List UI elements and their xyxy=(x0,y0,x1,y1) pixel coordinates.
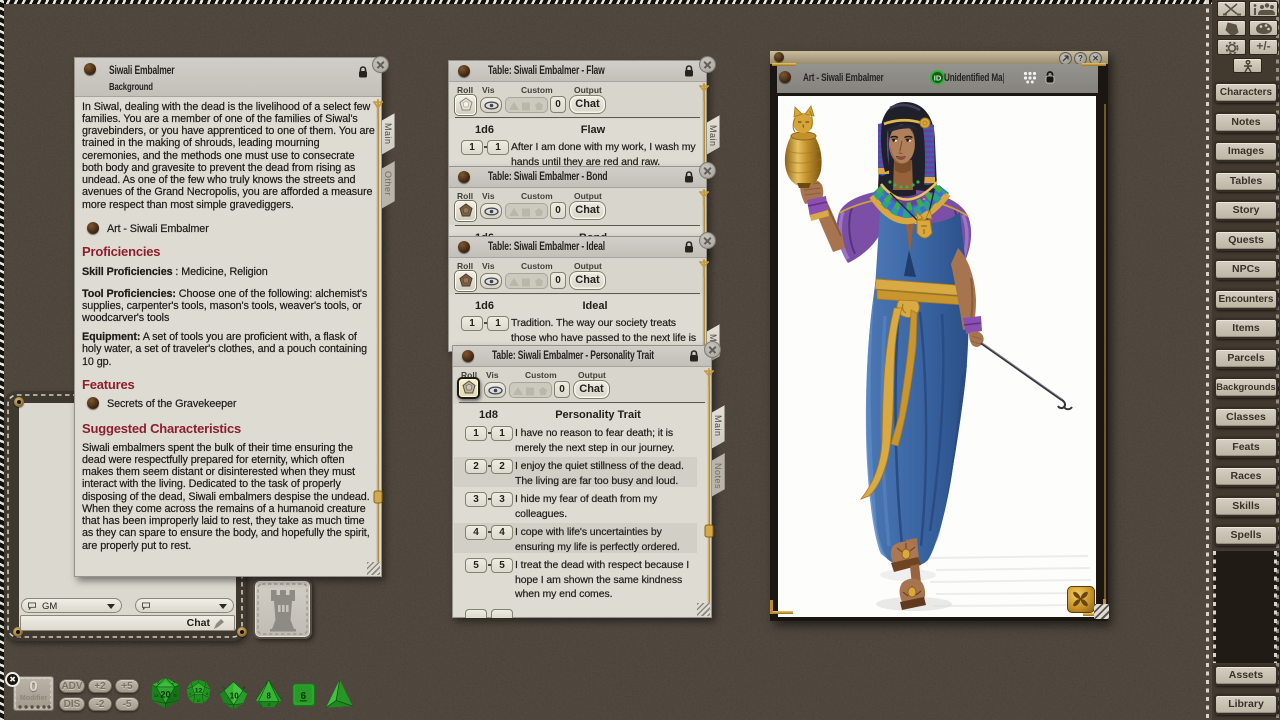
svg-text:10: 10 xyxy=(197,699,201,703)
svg-text:20: 20 xyxy=(160,690,170,700)
svg-text:4: 4 xyxy=(189,692,191,696)
svg-text:12: 12 xyxy=(195,688,203,695)
svg-text:14: 14 xyxy=(154,693,159,698)
svg-text:8: 8 xyxy=(206,692,208,696)
svg-text:8: 8 xyxy=(266,692,271,701)
svg-text:ID: ID xyxy=(934,74,942,83)
svg-text:10: 10 xyxy=(230,691,239,700)
